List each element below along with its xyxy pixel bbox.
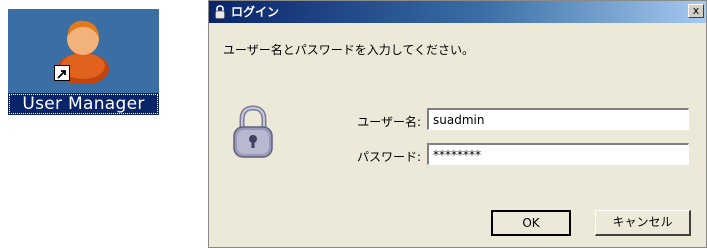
shortcut-arrow-icon bbox=[54, 65, 70, 81]
title-bar[interactable]: ログイン x bbox=[209, 1, 706, 23]
login-dialog: ログイン x ユーザー名とパスワードを入力してください。 ユーザー名: パスワー… bbox=[208, 0, 707, 248]
shortcut-label: User Manager bbox=[8, 93, 159, 115]
password-input[interactable] bbox=[427, 143, 689, 165]
dialog-title: ログイン bbox=[231, 5, 280, 19]
password-label: パスワード: bbox=[356, 150, 421, 164]
close-button[interactable]: x bbox=[688, 4, 704, 18]
username-label: ユーザー名: bbox=[357, 115, 421, 129]
cancel-button[interactable]: キャンセル bbox=[595, 210, 691, 236]
user-manager-shortcut[interactable]: User Manager bbox=[8, 9, 159, 115]
prompt-text: ユーザー名とパスワードを入力してください。 bbox=[223, 43, 475, 57]
ok-button[interactable]: OK bbox=[491, 210, 571, 236]
lock-icon bbox=[215, 5, 225, 19]
username-input[interactable] bbox=[427, 108, 689, 130]
padlock-icon bbox=[233, 105, 273, 158]
